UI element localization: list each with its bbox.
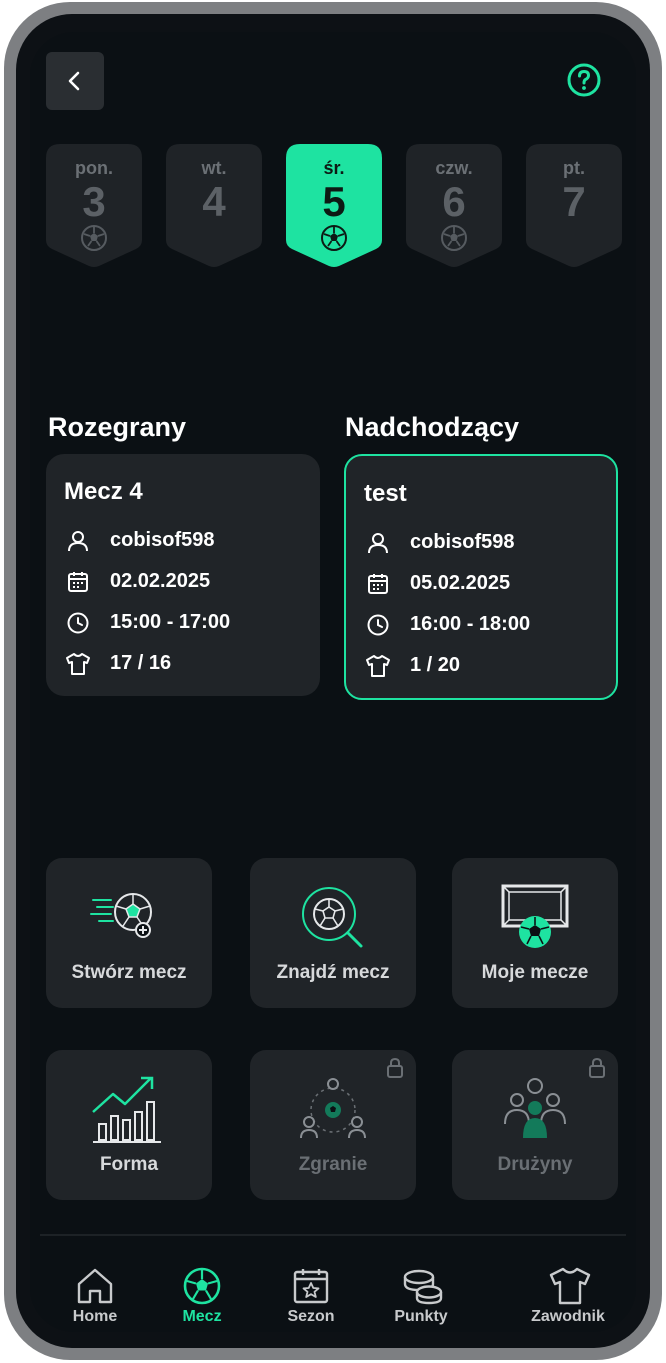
organizer-row: cobisof598 — [64, 520, 302, 561]
nav-label: Home — [72, 1308, 118, 1325]
upcoming-heading: Nadchodzący — [345, 412, 520, 442]
day-name: wt. — [201, 158, 227, 178]
my-matches-tile[interactable]: Moje mecze — [452, 858, 618, 1008]
chevron-left-icon — [68, 71, 80, 91]
day-name: czw. — [435, 158, 473, 178]
create-match-tile[interactable]: Stwórz mecz — [46, 858, 212, 1008]
lock-icon — [589, 1058, 605, 1078]
match-title: test — [364, 480, 407, 507]
upcoming-match-card[interactable]: test cobisof598 05.02.2025 16:00 - 18:00… — [344, 454, 618, 700]
lock-icon — [387, 1058, 403, 1078]
played-heading: Rozegrany — [48, 412, 187, 442]
user-icon — [68, 530, 88, 551]
day-wednesday[interactable]: śr. 5 — [286, 144, 382, 268]
player-count: 1 / 20 — [410, 654, 461, 676]
nav-season[interactable]: Sezon — [256, 1254, 366, 1325]
phone-bezel: pon. 3 wt. 4 śr. 5 czw. 6 pt. 7 Rozegran… — [16, 14, 650, 1348]
day-number: 7 — [562, 178, 586, 225]
day-number: 6 — [442, 178, 466, 225]
tile-label: Znajdź mecz — [276, 962, 390, 983]
create-match-icon — [90, 893, 152, 938]
soccer-ball-icon — [81, 225, 107, 251]
day-name: pon. — [75, 158, 113, 178]
day-tuesday[interactable]: wt. 4 — [166, 144, 262, 268]
match-title: Mecz 4 — [64, 478, 143, 505]
tile-label: Moje mecze — [481, 962, 589, 983]
nav-label: Zawodnik — [531, 1308, 605, 1325]
form-tile[interactable]: Forma — [46, 1050, 212, 1200]
calendar-icon — [368, 573, 388, 594]
match-time: 15:00 - 17:00 — [110, 611, 231, 633]
time-row: 15:00 - 17:00 — [64, 602, 302, 643]
coins-icon — [403, 1269, 443, 1305]
app-screen: pon. 3 wt. 4 śr. 5 czw. 6 pt. 7 Rozegran… — [30, 32, 636, 1332]
back-button[interactable] — [46, 52, 104, 110]
match-date: 05.02.2025 — [410, 572, 511, 594]
jersey-icon — [549, 1267, 591, 1305]
day-friday[interactable]: pt. 7 — [526, 144, 622, 268]
search-match-icon — [302, 887, 363, 948]
nav-divider — [40, 1234, 626, 1236]
day-monday[interactable]: pon. 3 — [46, 144, 142, 268]
day-selector: pon. 3 wt. 4 śr. 5 czw. 6 pt. 7 — [46, 144, 622, 272]
clock-icon — [67, 612, 89, 633]
team-chemistry-icon — [300, 1078, 366, 1139]
find-match-tile[interactable]: Znajdź mecz — [250, 858, 416, 1008]
soccer-ball-icon — [321, 225, 347, 251]
time-row: 16:00 - 18:00 — [364, 604, 598, 645]
nav-home[interactable]: Home — [40, 1254, 150, 1325]
day-name: śr. — [323, 158, 345, 178]
clock-icon — [367, 614, 389, 635]
nav-points[interactable]: Punkty — [366, 1254, 476, 1325]
played-match-card[interactable]: Mecz 4 cobisof598 02.02.2025 15:00 - 17:… — [46, 454, 320, 696]
day-number: 3 — [82, 178, 106, 225]
organizer-name: cobisof598 — [410, 531, 515, 553]
nav-label: Punkty — [394, 1308, 448, 1325]
day-number: 4 — [202, 178, 226, 225]
calendar-icon — [68, 571, 88, 592]
date-row: 02.02.2025 — [64, 561, 302, 602]
nav-match[interactable]: Mecz — [147, 1254, 257, 1325]
help-icon[interactable] — [566, 62, 602, 98]
phone-frame: pon. 3 wt. 4 śr. 5 czw. 6 pt. 7 Rozegran… — [4, 2, 662, 1360]
day-name: pt. — [563, 158, 585, 178]
tile-label: Drużyny — [497, 1154, 573, 1175]
player-count: 17 / 16 — [110, 652, 172, 674]
nav-label: Sezon — [287, 1308, 335, 1325]
teams-tile[interactable]: Drużyny — [452, 1050, 618, 1200]
chemistry-tile[interactable]: Zgranie — [250, 1050, 416, 1200]
jersey-icon — [366, 654, 390, 677]
user-icon — [368, 532, 388, 553]
nav-player[interactable]: Zawodnik — [513, 1254, 623, 1325]
jersey-icon — [66, 652, 90, 675]
players-row: 1 / 20 — [364, 645, 598, 686]
day-thursday[interactable]: czw. 6 — [406, 144, 502, 268]
organizer-name: cobisof598 — [110, 529, 215, 551]
nav-label: Mecz — [182, 1308, 222, 1325]
home-icon — [77, 1268, 113, 1304]
match-date: 02.02.2025 — [110, 570, 211, 592]
tile-label: Forma — [99, 1154, 159, 1175]
trend-chart-icon — [92, 1076, 161, 1143]
organizer-row: cobisof598 — [364, 522, 598, 563]
match-time: 16:00 - 18:00 — [410, 613, 531, 635]
day-number: 5 — [322, 178, 346, 225]
date-row: 05.02.2025 — [364, 563, 598, 604]
tile-label: Stwórz mecz — [71, 962, 187, 983]
tile-label: Zgranie — [298, 1154, 368, 1175]
goal-net-icon — [501, 884, 569, 948]
calendar-star-icon — [293, 1269, 329, 1304]
team-group-icon — [504, 1078, 566, 1138]
soccer-ball-icon — [183, 1267, 221, 1305]
players-row: 17 / 16 — [64, 643, 302, 684]
soccer-ball-icon — [441, 225, 467, 251]
